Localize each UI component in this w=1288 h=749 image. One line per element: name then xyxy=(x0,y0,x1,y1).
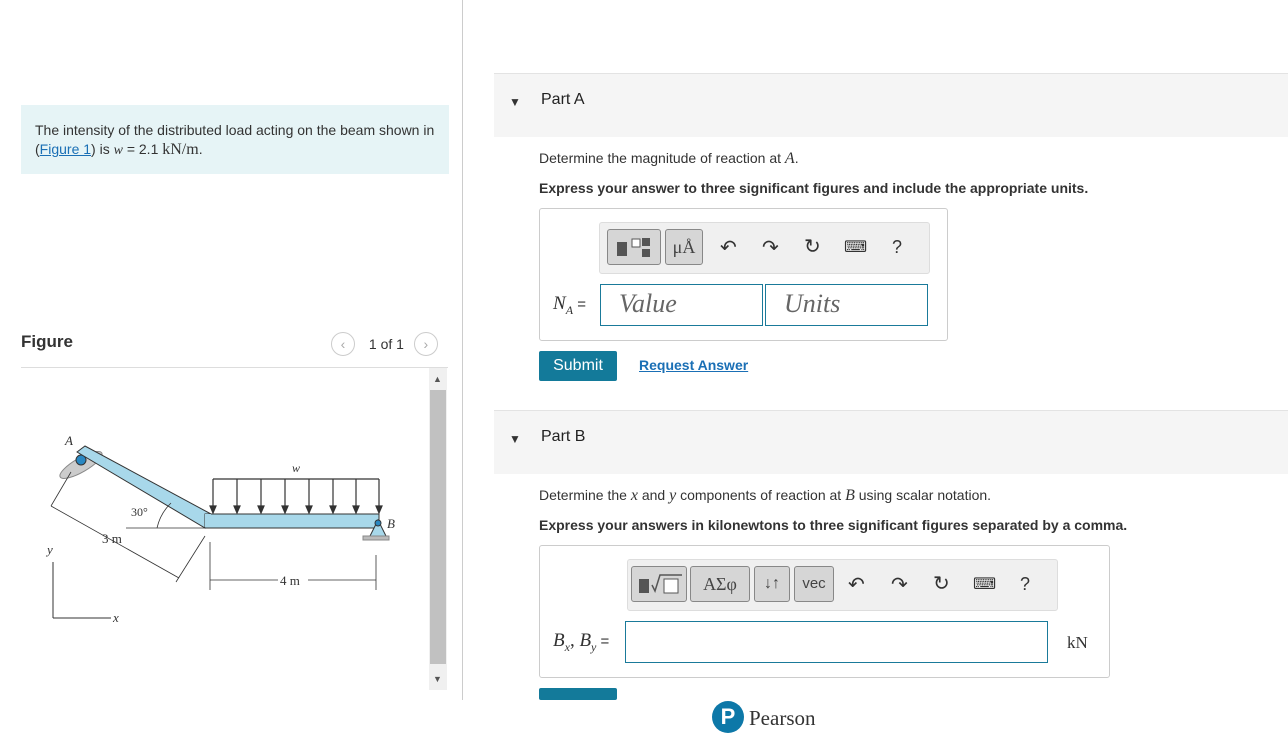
w-symbol: w xyxy=(113,143,123,158)
figure-title: Figure xyxy=(21,332,73,351)
part-a-toolbar: μÅ ↶ ↷ ↻ ⌨ ? xyxy=(599,222,930,274)
prev-figure-button[interactable]: ‹ xyxy=(331,332,355,356)
panel-divider xyxy=(462,0,463,700)
pearson-logo-icon: P xyxy=(712,701,744,733)
undo-icon[interactable]: ↶ xyxy=(848,572,865,597)
scroll-down-icon[interactable]: ▼ xyxy=(433,674,442,684)
horizontal-beam xyxy=(204,513,380,529)
label-y: y xyxy=(45,542,53,557)
figure-header-divider xyxy=(21,367,448,368)
problem-period: . xyxy=(198,141,203,157)
label-3m: 3 m xyxy=(102,531,122,546)
redo-icon[interactable]: ↷ xyxy=(891,572,908,597)
problem-text-2: ) is xyxy=(91,141,114,157)
keyboard-icon[interactable]: ⌨ xyxy=(973,574,996,594)
help-icon[interactable]: ? xyxy=(1020,574,1030,595)
part-a-question: Determine the magnitude of reaction at A… xyxy=(539,150,799,167)
w-units: kN/m xyxy=(162,141,199,158)
part-b-instruction: Express your answers in kilonewtons to t… xyxy=(539,517,1128,533)
part-b-submit-button[interactable] xyxy=(539,688,617,700)
keyboard-icon[interactable]: ⌨ xyxy=(844,237,867,257)
xy-axes xyxy=(52,562,111,619)
label-b: B xyxy=(387,516,395,531)
pearson-brand: Pearson xyxy=(749,706,816,730)
templates-button[interactable] xyxy=(607,229,661,265)
scroll-up-icon[interactable]: ▲ xyxy=(433,374,442,384)
label-a: A xyxy=(64,433,73,448)
part-a-header[interactable]: ▼ Part A xyxy=(494,73,1288,137)
sort-button[interactable]: ↓↑ xyxy=(754,566,790,602)
collapse-icon[interactable]: ▼ xyxy=(509,432,521,446)
label-angle: 30° xyxy=(131,505,148,519)
part-b-header[interactable]: ▼ Part B xyxy=(494,410,1288,474)
part-a-label: Part A xyxy=(541,91,585,108)
label-4m: 4 m xyxy=(280,573,300,588)
w-value: = 2.1 xyxy=(122,141,163,157)
units-button[interactable]: μÅ xyxy=(665,229,703,265)
figure-link[interactable]: Figure 1 xyxy=(40,141,91,157)
greek-button[interactable]: ΑΣφ xyxy=(690,566,750,602)
part-a-instruction: Express your answer to three significant… xyxy=(539,180,1089,196)
collapse-icon[interactable]: ▼ xyxy=(509,95,521,109)
reset-icon[interactable]: ↻ xyxy=(804,234,821,259)
value-input[interactable]: Value xyxy=(600,284,763,326)
next-figure-button[interactable]: › xyxy=(413,332,438,356)
reset-icon[interactable]: ↻ xyxy=(933,571,950,596)
part-b-label: Part B xyxy=(541,428,586,445)
templates-button[interactable] xyxy=(631,566,687,602)
bxby-input[interactable] xyxy=(625,621,1048,663)
figure-page-count: 1 of 1 xyxy=(368,336,404,352)
vec-button[interactable]: vec xyxy=(794,566,834,602)
beam-figure: A B w 30° 3 m 4 m x y xyxy=(45,433,395,625)
label-x: x xyxy=(112,610,119,625)
undo-icon[interactable]: ↶ xyxy=(720,235,737,260)
figure-pager: ‹ 1 of 1 › xyxy=(331,332,438,356)
bxby-label: Bx, By = xyxy=(553,630,610,654)
part-a-request-answer-link[interactable]: Request Answer xyxy=(639,357,748,373)
redo-icon[interactable]: ↷ xyxy=(762,235,779,260)
part-b-toolbar: ΑΣφ ↓↑ vec ↶ ↷ ↻ ⌨ ? xyxy=(627,559,1058,611)
units-input[interactable]: Units xyxy=(765,284,928,326)
part-a-submit-button[interactable]: Submit xyxy=(539,351,617,381)
templates-icon xyxy=(639,574,682,594)
kn-units-label: kN xyxy=(1067,633,1088,652)
templates-icon xyxy=(617,238,650,257)
part-b-question: Determine the x and y components of reac… xyxy=(539,487,992,504)
problem-statement: The intensity of the distributed load ac… xyxy=(21,105,449,174)
distributed-load xyxy=(209,478,383,515)
help-icon[interactable]: ? xyxy=(892,237,902,258)
na-label: NA = xyxy=(553,293,586,317)
label-w: w xyxy=(292,461,300,475)
scrollbar-thumb[interactable] xyxy=(430,390,446,664)
